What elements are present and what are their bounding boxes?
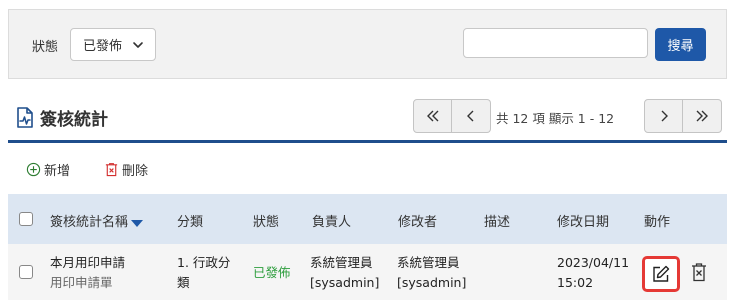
- search-button[interactable]: 搜尋: [655, 28, 706, 61]
- delete-button-label: 刪除: [122, 164, 149, 179]
- add-button[interactable]: 新增: [26, 160, 70, 179]
- column-header-category[interactable]: 分類: [177, 211, 203, 230]
- column-header-modifier[interactable]: 修改者: [398, 211, 437, 230]
- first-page-button[interactable]: [413, 99, 452, 133]
- column-header-name[interactable]: 簽核統計名稱: [50, 211, 144, 230]
- chevron-down-icon: [133, 42, 143, 48]
- double-chevron-right-icon: [696, 110, 708, 122]
- add-button-label: 新增: [44, 164, 71, 179]
- next-page-button[interactable]: [644, 99, 683, 133]
- edit-pencil-icon: [653, 265, 670, 282]
- column-header-status[interactable]: 狀態: [253, 211, 279, 230]
- filter-bar: 狀態 已發佈 搜尋: [8, 9, 727, 79]
- prev-page-button[interactable]: [452, 99, 491, 133]
- select-all-checkbox[interactable]: [19, 212, 33, 226]
- row-category-line2: 類: [177, 275, 190, 290]
- plus-circle-icon: [26, 162, 41, 177]
- row-modified-date: 2023/04/11: [557, 255, 630, 270]
- row-owner-line1: 系統管理員: [310, 255, 373, 270]
- column-header-name-label: 簽核統計名稱: [50, 215, 129, 230]
- document-chart-icon: [17, 106, 33, 128]
- delete-button[interactable]: 刪除: [104, 160, 148, 179]
- row-status: 已發佈: [253, 265, 291, 280]
- status-filter-value: 已發佈: [83, 39, 123, 54]
- column-header-owner[interactable]: 負責人: [312, 211, 351, 230]
- row-modified-time: 15:02: [557, 275, 594, 290]
- sort-desc-icon: [131, 219, 144, 227]
- pagination-info: 共 12 項 顯示 1 - 12: [496, 111, 615, 126]
- section-title: 簽核統計: [40, 110, 108, 130]
- double-chevron-left-icon: [426, 110, 438, 122]
- column-header-actions: 動作: [644, 215, 671, 230]
- status-filter-label: 狀態: [32, 40, 59, 55]
- row-delete-button[interactable]: [690, 262, 708, 286]
- row-modifier-line2: [sysadmin]: [397, 275, 467, 290]
- row-owner-line2: [sysadmin]: [310, 275, 380, 290]
- trash-x-icon: [105, 163, 118, 177]
- row-form-name: 用印申請單: [50, 275, 113, 290]
- section-header: 簽核統計: [14, 105, 108, 130]
- table-header: 簽核統計名稱 分類 狀態 負責人 修改者 描述 修改日期 動作: [8, 194, 727, 244]
- last-page-button[interactable]: [683, 99, 722, 133]
- search-input[interactable]: [463, 28, 648, 58]
- row-category-line1: 1. 行政分: [177, 255, 231, 270]
- row-name[interactable]: 本月用印申請: [50, 253, 125, 273]
- status-filter-select[interactable]: 已發佈: [70, 28, 156, 61]
- column-header-modified-date[interactable]: 修改日期: [557, 211, 609, 230]
- delete-x-icon: [692, 263, 706, 282]
- chevron-left-icon: [467, 110, 474, 122]
- column-header-description[interactable]: 描述: [484, 211, 510, 230]
- section-divider: [8, 140, 727, 143]
- table-row: 本月用印申請 用印申請單 1. 行政分 類 已發佈 系統管理員 [sysadmi…: [8, 244, 727, 300]
- edit-button[interactable]: [642, 256, 680, 292]
- chevron-right-icon: [661, 110, 668, 122]
- row-modifier-line1: 系統管理員: [397, 255, 460, 270]
- row-checkbox[interactable]: [19, 265, 33, 279]
